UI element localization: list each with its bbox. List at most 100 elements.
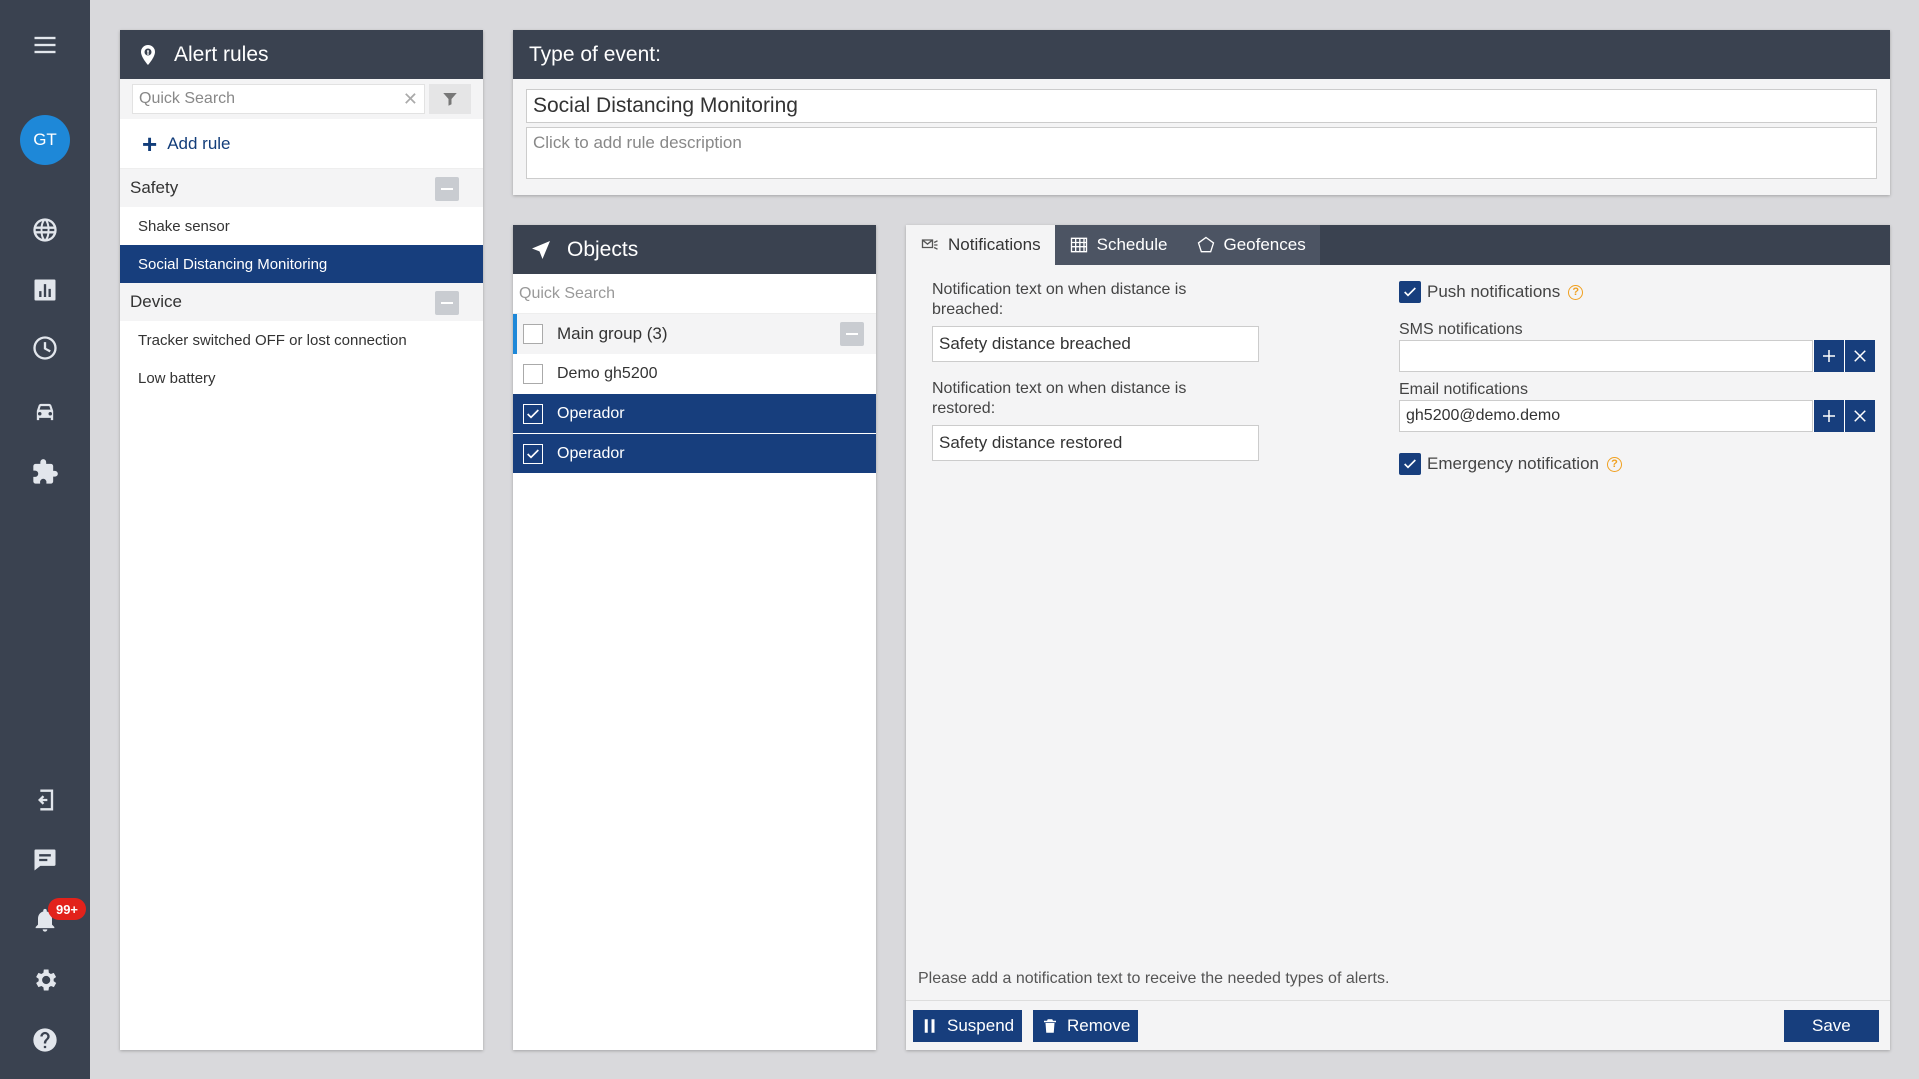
rule-name-input[interactable]: Social Distancing Monitoring	[526, 89, 1877, 123]
checkmark-icon	[1404, 287, 1416, 297]
pentagon-icon	[1197, 236, 1214, 253]
calendar-grid-icon	[1070, 237, 1087, 253]
sms-add-button[interactable]	[1813, 340, 1844, 372]
rules-search-row: Quick Search ✕	[120, 79, 483, 119]
tab-notifications[interactable]: Notifications	[906, 225, 1055, 265]
rules-search-placeholder: Quick Search	[139, 90, 236, 107]
tab-label: Schedule	[1096, 235, 1168, 254]
alert-rules-title: Alert rules	[174, 42, 269, 66]
email-notifications-field: gh5200@demo.demo	[1399, 400, 1875, 432]
panel-footer: Suspend Remove Save	[906, 1000, 1890, 1050]
tab-label: Notifications	[948, 235, 1041, 254]
objects-title: Objects	[567, 237, 639, 261]
breached-text-input[interactable]: Safety distance breached	[932, 326, 1259, 362]
tab-schedule[interactable]: Schedule	[1054, 225, 1182, 265]
object-checkbox[interactable]	[523, 403, 543, 424]
notifications-panel: Notifications Schedule Geofences Notific…	[906, 225, 1890, 1050]
rule-item-tracker-switched-off[interactable]: Tracker switched OFF or lost connection	[120, 321, 483, 359]
gear-icon[interactable]	[0, 960, 90, 1000]
rule-item-social-distancing[interactable]: Social Distancing Monitoring	[120, 245, 483, 283]
rule-item-low-battery[interactable]: Low battery	[120, 359, 483, 397]
object-checkbox[interactable]	[523, 443, 543, 464]
checkmark-icon	[527, 408, 539, 418]
navigation-arrow-icon	[532, 240, 550, 259]
globe-icon[interactable]	[0, 210, 90, 250]
push-notifications-checkbox[interactable]	[1399, 281, 1421, 303]
checkmark-icon	[1404, 459, 1416, 469]
object-group-label: Main group (3)	[557, 324, 668, 343]
push-notifications-label: Push notifications	[1427, 282, 1561, 301]
rule-description-input[interactable]: Click to add rule description	[526, 127, 1877, 179]
car-icon[interactable]	[0, 392, 90, 432]
tab-geofences[interactable]: Geofences	[1181, 225, 1320, 265]
checkmark-icon	[527, 448, 539, 458]
object-label: Demo gh5200	[557, 365, 658, 382]
plus-icon	[1823, 350, 1835, 362]
object-checkbox[interactable]	[523, 364, 543, 384]
puzzle-icon[interactable]	[0, 452, 90, 492]
objects-header: Objects	[513, 225, 876, 274]
add-rule-label: Add rule	[167, 133, 231, 153]
help-icon[interactable]	[0, 1020, 90, 1060]
save-button[interactable]: Save	[1784, 1010, 1879, 1042]
suspend-label: Suspend	[947, 1016, 1015, 1035]
tab-bar: Notifications Schedule Geofences	[906, 225, 1890, 265]
sms-clear-button[interactable]	[1844, 340, 1875, 372]
plus-icon: +	[142, 128, 158, 159]
clear-search-icon[interactable]: ✕	[403, 89, 418, 110]
rule-group-device[interactable]: Device	[120, 283, 483, 321]
object-label: Operador	[557, 404, 625, 422]
add-rule-button[interactable]: + Add rule	[120, 119, 483, 169]
event-type-panel: Type of event: Social Distancing Monitor…	[513, 30, 1890, 195]
pause-icon	[924, 1019, 935, 1033]
filter-button[interactable]	[429, 84, 471, 114]
restored-text-input[interactable]: Safety distance restored	[932, 425, 1259, 461]
event-type-header: Type of event:	[513, 30, 1890, 79]
event-type-title: Type of event:	[529, 42, 661, 66]
alert-rules-header: Alert rules	[120, 30, 483, 79]
suspend-button[interactable]: Suspend	[913, 1010, 1023, 1042]
avatar[interactable]: GT	[20, 115, 70, 165]
collapse-icon[interactable]	[840, 322, 864, 346]
object-group-row[interactable]: Main group (3)	[513, 314, 876, 354]
close-icon	[1854, 350, 1866, 362]
objects-search-input[interactable]: Quick Search	[513, 274, 876, 314]
object-label: Operador	[557, 444, 625, 462]
location-pin-icon	[141, 44, 155, 65]
group-checkbox[interactable]	[523, 324, 543, 344]
rule-item-shake-sensor[interactable]: Shake sensor	[120, 207, 483, 245]
email-notifications-input[interactable]: gh5200@demo.demo	[1399, 400, 1813, 432]
rule-group-label: Device	[130, 292, 182, 311]
object-row[interactable]: Operador	[513, 434, 876, 474]
rules-search-input[interactable]: Quick Search ✕	[132, 84, 425, 114]
email-clear-button[interactable]	[1844, 400, 1875, 432]
notification-badge: 99+	[48, 898, 86, 920]
email-add-button[interactable]	[1813, 400, 1844, 432]
plus-icon	[1823, 410, 1835, 422]
emergency-notification-option: Emergency notification ?	[1399, 453, 1622, 475]
tab-label: Geofences	[1223, 235, 1306, 254]
emergency-notification-checkbox[interactable]	[1399, 453, 1421, 475]
bar-chart-icon[interactable]	[0, 270, 90, 310]
chat-icon[interactable]	[0, 840, 90, 880]
sms-notifications-field	[1399, 340, 1875, 372]
sms-notifications-input[interactable]	[1399, 340, 1813, 372]
remove-label: Remove	[1067, 1016, 1131, 1035]
logout-icon[interactable]	[0, 780, 90, 820]
object-row[interactable]: Operador	[513, 394, 876, 434]
help-icon[interactable]: ?	[1568, 284, 1584, 300]
collapse-icon[interactable]	[435, 177, 459, 201]
help-icon[interactable]: ?	[1606, 456, 1622, 472]
history-icon[interactable]	[0, 328, 90, 368]
menu-icon[interactable]	[0, 25, 90, 65]
emergency-notification-label: Emergency notification	[1427, 454, 1599, 473]
breached-text-label: Notification text on when distance is br…	[932, 281, 1187, 318]
restored-text-label: Notification text on when distance is re…	[932, 380, 1187, 417]
left-rail: GT 99+	[0, 0, 90, 1079]
collapse-icon[interactable]	[435, 291, 459, 315]
object-row[interactable]: Demo gh5200	[513, 354, 876, 394]
remove-button[interactable]: Remove	[1033, 1010, 1139, 1042]
rule-group-safety[interactable]: Safety	[120, 169, 483, 207]
email-notifications-label: Email notifications	[1399, 381, 1528, 398]
close-icon	[1854, 410, 1866, 422]
